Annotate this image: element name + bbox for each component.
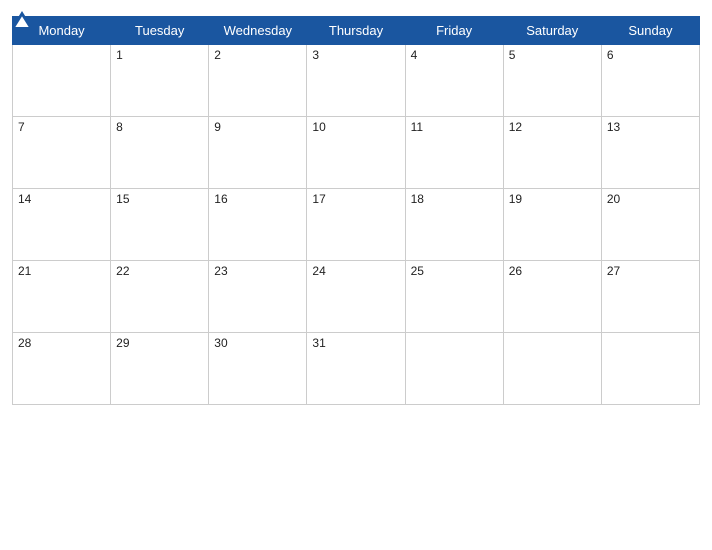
day-number: 8 [116, 120, 123, 134]
day-number: 16 [214, 192, 227, 206]
weekday-header-sunday: Sunday [601, 17, 699, 45]
calendar-day-cell: 21 [13, 261, 111, 333]
calendar-day-cell: 27 [601, 261, 699, 333]
calendar-day-cell: 31 [307, 333, 405, 405]
weekday-header-friday: Friday [405, 17, 503, 45]
weekday-header-row: MondayTuesdayWednesdayThursdayFridaySatu… [13, 17, 700, 45]
day-number: 21 [18, 264, 31, 278]
day-number: 4 [411, 48, 418, 62]
calendar-day-cell: 12 [503, 117, 601, 189]
day-number: 19 [509, 192, 522, 206]
calendar-day-cell: 19 [503, 189, 601, 261]
calendar-day-cell: 22 [111, 261, 209, 333]
calendar-table: MondayTuesdayWednesdayThursdayFridaySatu… [12, 16, 700, 405]
day-number: 22 [116, 264, 129, 278]
calendar-day-cell: 4 [405, 45, 503, 117]
logo-row [12, 10, 34, 28]
calendar-day-cell [13, 45, 111, 117]
calendar-week-row-2: 7 8 9 10 11 12 13 [13, 117, 700, 189]
day-number: 31 [312, 336, 325, 350]
day-number: 20 [607, 192, 620, 206]
calendar-body: 1234567891011121314151617181920212223242… [13, 45, 700, 405]
day-number: 11 [411, 120, 423, 134]
weekday-header-thursday: Thursday [307, 17, 405, 45]
calendar-day-cell [601, 333, 699, 405]
calendar-week-row-1: 1 2 3 4 5 6 [13, 45, 700, 117]
day-number: 10 [312, 120, 325, 134]
calendar-day-cell: 2 [209, 45, 307, 117]
calendar-day-cell: 20 [601, 189, 699, 261]
calendar-day-cell: 1 [111, 45, 209, 117]
calendar-day-cell: 15 [111, 189, 209, 261]
day-number: 28 [18, 336, 31, 350]
day-number: 27 [607, 264, 620, 278]
weekday-header-saturday: Saturday [503, 17, 601, 45]
calendar-day-cell: 13 [601, 117, 699, 189]
calendar-week-row-3: 14 15 16 17 18 19 20 [13, 189, 700, 261]
day-number: 30 [214, 336, 227, 350]
calendar-day-cell: 25 [405, 261, 503, 333]
calendar-thead: MondayTuesdayWednesdayThursdayFridaySatu… [13, 17, 700, 45]
calendar-day-cell: 17 [307, 189, 405, 261]
day-number: 24 [312, 264, 325, 278]
day-number: 23 [214, 264, 227, 278]
day-number: 17 [312, 192, 325, 206]
day-number: 29 [116, 336, 129, 350]
day-number: 5 [509, 48, 516, 62]
day-number: 25 [411, 264, 424, 278]
calendar-day-cell: 9 [209, 117, 307, 189]
calendar-day-cell: 26 [503, 261, 601, 333]
calendar-container: MondayTuesdayWednesdayThursdayFridaySatu… [0, 0, 712, 550]
calendar-day-cell: 14 [13, 189, 111, 261]
calendar-day-cell: 3 [307, 45, 405, 117]
day-number: 15 [116, 192, 129, 206]
calendar-day-cell: 8 [111, 117, 209, 189]
day-number: 13 [607, 120, 620, 134]
day-number: 12 [509, 120, 522, 134]
calendar-day-cell: 28 [13, 333, 111, 405]
day-number: 2 [214, 48, 221, 62]
day-number: 26 [509, 264, 522, 278]
day-number: 6 [607, 48, 614, 62]
calendar-day-cell: 30 [209, 333, 307, 405]
calendar-day-cell: 16 [209, 189, 307, 261]
day-number: 1 [116, 48, 123, 62]
calendar-day-cell: 5 [503, 45, 601, 117]
day-number: 7 [18, 120, 25, 134]
day-number: 18 [411, 192, 424, 206]
generalblue-logo-icon [12, 11, 32, 27]
calendar-day-cell: 18 [405, 189, 503, 261]
calendar-day-cell: 6 [601, 45, 699, 117]
calendar-day-cell [503, 333, 601, 405]
calendar-week-row-4: 21 22 23 24 25 26 27 [13, 261, 700, 333]
weekday-header-tuesday: Tuesday [111, 17, 209, 45]
calendar-week-row-5: 28 29 30 31 [13, 333, 700, 405]
calendar-day-cell: 7 [13, 117, 111, 189]
calendar-day-cell: 10 [307, 117, 405, 189]
calendar-day-cell: 24 [307, 261, 405, 333]
calendar-day-cell: 11 [405, 117, 503, 189]
day-number: 9 [214, 120, 221, 134]
day-number: 14 [18, 192, 31, 206]
day-number: 3 [312, 48, 319, 62]
weekday-header-wednesday: Wednesday [209, 17, 307, 45]
calendar-day-cell: 23 [209, 261, 307, 333]
logo-area [12, 10, 34, 28]
calendar-day-cell [405, 333, 503, 405]
calendar-day-cell: 29 [111, 333, 209, 405]
